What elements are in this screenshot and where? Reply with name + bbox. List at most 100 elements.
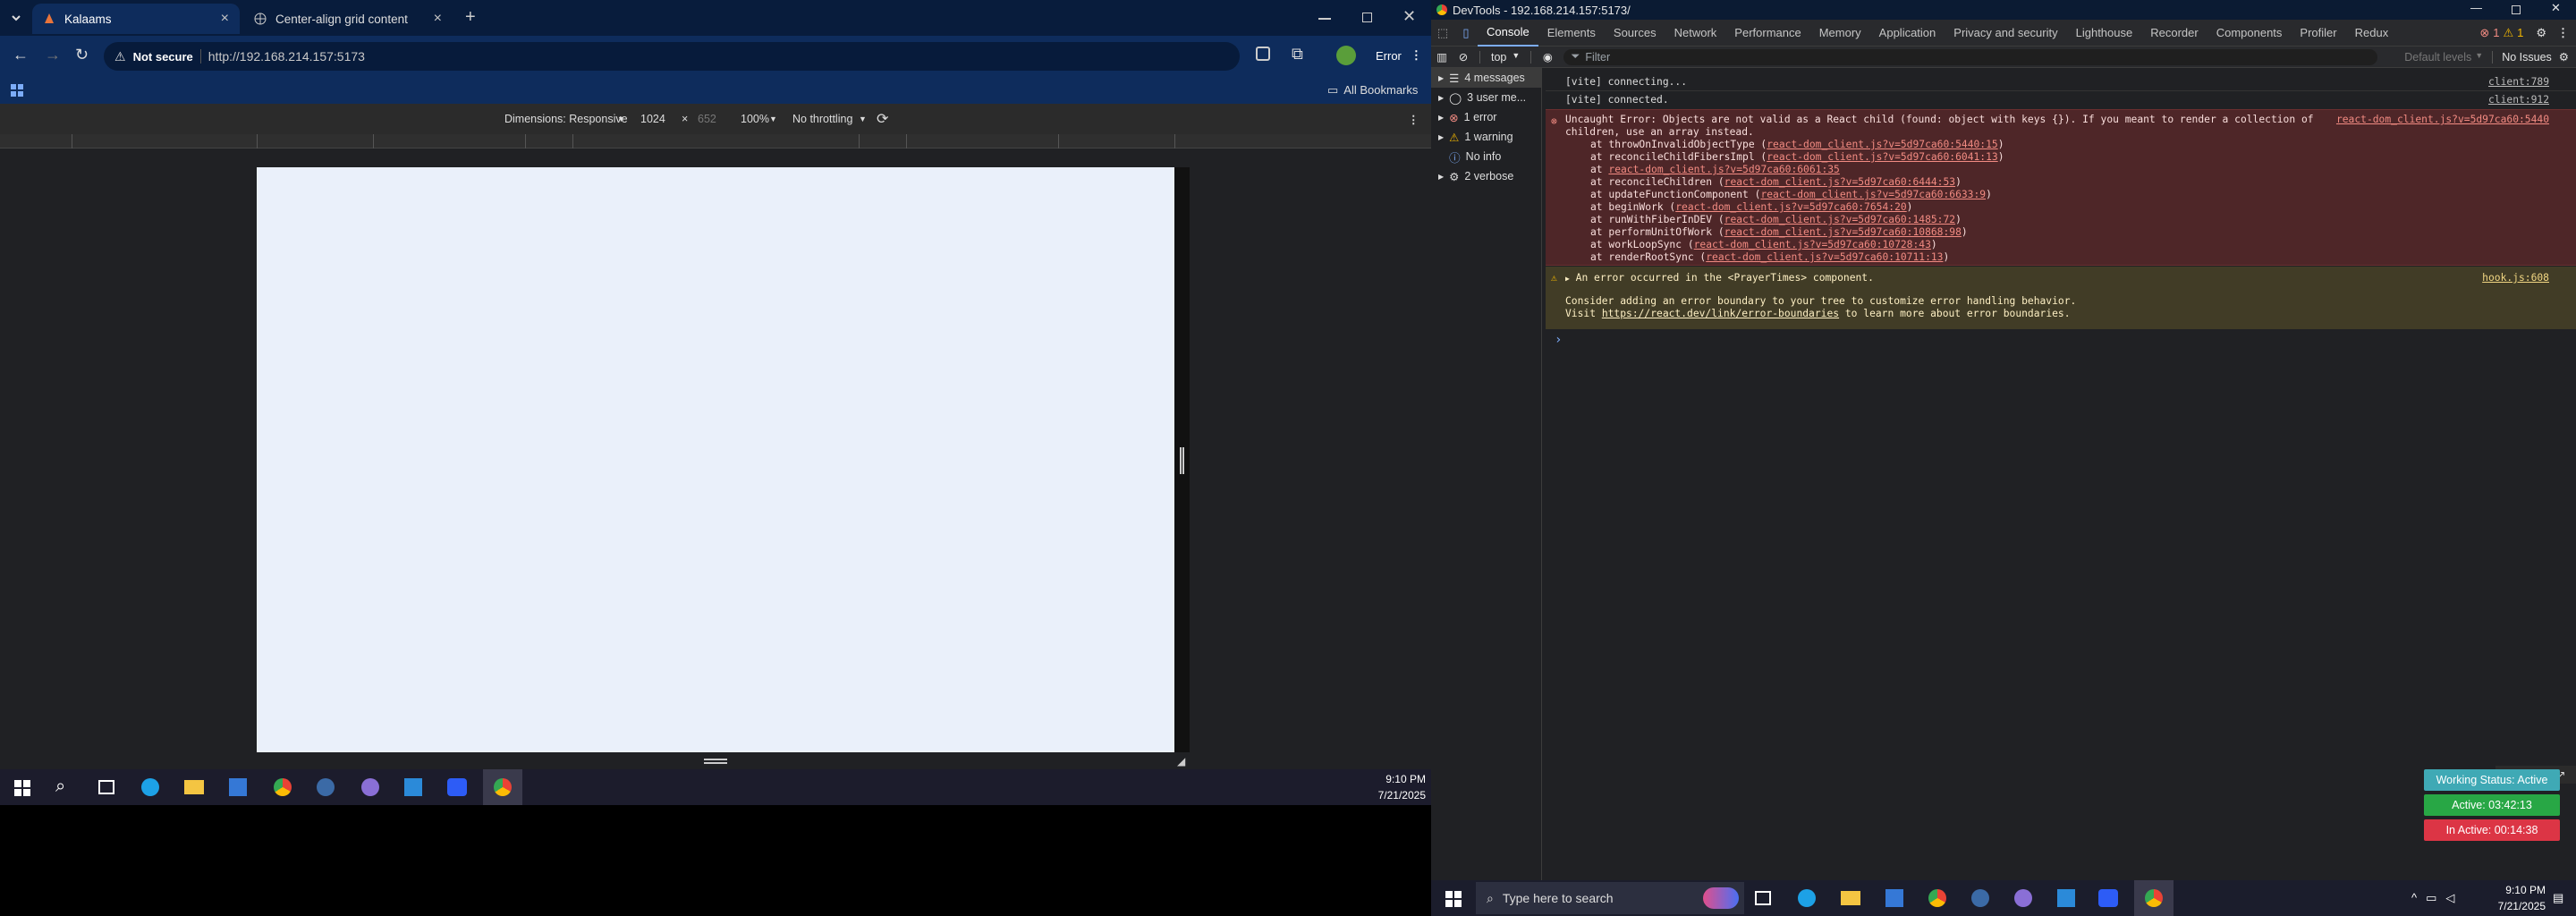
settings-gear-icon[interactable]: ⚙ <box>2536 26 2546 40</box>
windows-start-icon[interactable] <box>14 780 30 796</box>
back-icon[interactable]: ← <box>13 46 29 64</box>
stack-frame-link[interactable]: react-dom_client.js?v=5d97ca60:1485:72 <box>1724 214 1955 225</box>
github-desktop-icon[interactable] <box>361 778 379 796</box>
windows-start-icon[interactable] <box>1445 891 1462 907</box>
app-icon[interactable] <box>317 778 335 796</box>
store-icon[interactable] <box>229 778 247 796</box>
file-explorer-icon[interactable] <box>1841 891 1860 905</box>
stack-frame-link[interactable]: react-dom_client.js?v=5d97ca60:6444:53 <box>1724 176 1955 188</box>
stack-frame-link[interactable]: react-dom_client.js?v=5d97ca60:10868:98 <box>1724 226 1962 238</box>
app-icon[interactable] <box>1971 889 1989 907</box>
warning-icon[interactable]: ⚠ <box>114 49 126 64</box>
address-bar[interactable]: ⚠ Not secure http://192.168.214.157:5173 <box>104 42 1240 71</box>
vscode-icon[interactable] <box>404 778 422 796</box>
volume-icon[interactable]: ◁ <box>2445 891 2454 905</box>
filter-input[interactable]: ⏷ Filter <box>1563 48 2378 65</box>
profile-avatar[interactable] <box>1336 46 1356 65</box>
chrome-icon[interactable] <box>1928 889 1946 907</box>
tab-elements[interactable]: Elements <box>1538 20 1605 47</box>
github-desktop-icon[interactable] <box>2014 889 2032 907</box>
active-chrome-taskbar-item[interactable] <box>483 769 522 805</box>
height-input[interactable]: 652 <box>698 113 716 125</box>
apps-grid-icon[interactable] <box>11 84 23 97</box>
rotate-icon[interactable]: ⟳ <box>877 110 888 128</box>
expand-arrow-icon[interactable]: ▶ <box>1565 275 1570 283</box>
more-options-icon[interactable]: ⋮ <box>1408 113 1419 126</box>
tab-memory[interactable]: Memory <box>1810 20 1870 47</box>
task-view-icon[interactable] <box>1755 891 1771 905</box>
zoom-icon[interactable] <box>447 778 467 796</box>
search-highlights-icon[interactable] <box>1703 887 1739 909</box>
context-selector[interactable]: top ▼ <box>1486 51 1525 64</box>
close-tab-icon[interactable]: × <box>221 11 229 27</box>
show-hidden-icons-icon[interactable]: ^ <box>2411 891 2417 905</box>
console-settings-gear-icon[interactable]: ⚙ <box>2559 50 2569 64</box>
reload-icon[interactable]: ↻ <box>75 46 89 64</box>
live-expression-eye-icon[interactable]: ◉ <box>1537 50 1558 64</box>
warning-counter-icon[interactable]: ⚠ <box>2503 26 2513 40</box>
tab-redux[interactable]: Redux <box>2346 20 2398 47</box>
security-status[interactable]: Not secure <box>133 50 193 64</box>
error-count[interactable]: 1 <box>2493 26 2499 39</box>
tab-center-align[interactable]: Center-align grid content × <box>243 4 453 34</box>
clear-console-icon[interactable]: ⊘ <box>1453 50 1474 64</box>
error-boundaries-link[interactable]: https://react.dev/link/error-boundaries <box>1602 308 1839 319</box>
stack-frame-link[interactable]: react-dom_client.js?v=5d97ca60:6061:35 <box>1608 164 1839 175</box>
vscode-icon[interactable] <box>2057 889 2075 907</box>
tab-sources[interactable]: Sources <box>1605 20 1665 47</box>
source-link[interactable]: hook.js:608 <box>2482 272 2549 284</box>
tab-performance[interactable]: Performance <box>1725 20 1809 47</box>
sidebar-panel-icon[interactable] <box>1256 47 1270 61</box>
media-query-ruler[interactable] <box>0 134 1431 148</box>
tab-kalaams[interactable]: Kalaams × <box>32 4 240 34</box>
warning-count[interactable]: 1 <box>2517 26 2523 39</box>
network-icon[interactable]: ▭ <box>2426 891 2436 905</box>
sidebar-item-info[interactable]: ▶ ⓘ No info <box>1431 147 1541 166</box>
throttling-dropdown[interactable]: No throttling <box>792 113 852 125</box>
console-prompt[interactable]: › <box>1555 333 1562 347</box>
tab-recorder[interactable]: Recorder <box>2141 20 2207 47</box>
tab-console[interactable]: Console <box>1478 20 1538 47</box>
close-window-icon[interactable]: ✕ <box>1402 7 1416 26</box>
width-input[interactable]: 1024 <box>640 113 665 125</box>
task-view-icon[interactable] <box>98 780 114 794</box>
tab-network[interactable]: Network <box>1665 20 1726 47</box>
all-bookmarks[interactable]: ▭ All Bookmarks <box>1327 83 1418 98</box>
tab-lighthouse[interactable]: Lighthouse <box>2067 20 2142 47</box>
kebab-menu-icon[interactable]: ⋮ <box>1411 48 1422 63</box>
restore-icon[interactable] <box>2512 5 2521 14</box>
minimize-icon[interactable] <box>1318 18 1331 20</box>
edge-icon[interactable] <box>141 778 159 796</box>
stack-frame-link[interactable]: react-dom_client.js?v=5d97ca60:6633:9 <box>1760 189 1986 200</box>
active-chrome-taskbar-item[interactable] <box>2134 880 2174 916</box>
zoom-dropdown[interactable]: 100% <box>741 113 769 125</box>
inspect-element-icon[interactable]: ⬚ <box>1431 26 1454 40</box>
close-tab-icon[interactable]: × <box>434 11 442 27</box>
resize-handle-right[interactable] <box>1180 447 1184 474</box>
working-status-badge[interactable]: Working Status: Active <box>2424 769 2560 791</box>
tab-application[interactable]: Application <box>1870 20 1945 47</box>
emulated-viewport[interactable] <box>257 167 1174 752</box>
zoom-icon[interactable] <box>2098 889 2118 907</box>
resize-corner-icon[interactable]: ◢ <box>1177 755 1185 768</box>
tab-search-icon[interactable] <box>7 9 25 27</box>
close-window-icon[interactable]: ✕ <box>2551 1 2561 15</box>
source-link[interactable]: client:789 <box>2488 73 2549 90</box>
tab-profiler[interactable]: Profiler <box>2291 20 2345 47</box>
issues-button[interactable]: No Issues <box>2502 51 2552 64</box>
error-counter-icon[interactable]: ⊗ <box>2479 26 2489 40</box>
more-options-icon[interactable]: ⋮ <box>2557 26 2569 40</box>
extensions-icon[interactable]: ⧉ <box>1292 45 1303 64</box>
sidebar-item-user-messages[interactable]: ▶ ◯ 3 user me... <box>1431 88 1541 107</box>
stack-frame-link[interactable]: react-dom_client.js?v=5d97ca60:7654:20 <box>1675 201 1906 213</box>
device-toggle-icon[interactable]: ▯ <box>1454 26 1478 40</box>
search-icon[interactable]: ⌕ <box>55 776 65 797</box>
sidebar-item-errors[interactable]: ▶ ⊗ 1 error <box>1431 107 1541 127</box>
dimensions-dropdown[interactable]: Dimensions: Responsive <box>504 113 628 125</box>
log-levels-dropdown[interactable]: Default levels ▼ <box>2404 51 2483 64</box>
tab-components[interactable]: Components <box>2207 20 2292 47</box>
stack-frame-link[interactable]: react-dom_client.js?v=5d97ca60:6041:13 <box>1767 151 1997 163</box>
taskbar-search-box[interactable]: ⌕ Type here to search <box>1476 882 1744 914</box>
stack-frame-link[interactable]: react-dom_client.js?v=5d97ca60:10728:43 <box>1694 239 1931 250</box>
tab-privacy-security[interactable]: Privacy and security <box>1945 20 2066 47</box>
